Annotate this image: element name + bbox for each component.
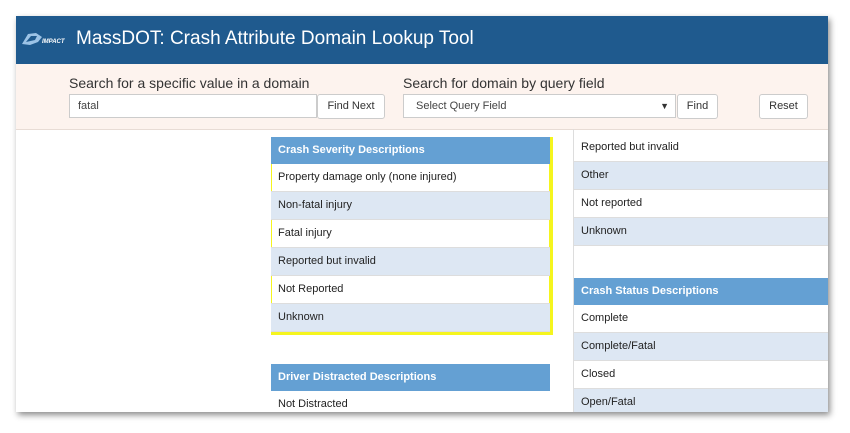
list-item[interactable]: Fatal injury [271, 220, 550, 248]
list-item[interactable]: Other [574, 162, 828, 190]
list-item[interactable]: Reported but invalid [574, 134, 828, 162]
list-item[interactable]: Reported but invalid [271, 248, 550, 276]
crash-status-panel: Crash Status Descriptions Complete Compl… [574, 278, 828, 412]
find-next-button[interactable]: Find Next [317, 94, 385, 119]
crash-severity-title: Crash Severity Descriptions [271, 137, 550, 164]
svg-text:IMPACT: IMPACT [42, 39, 66, 45]
app-window: IMPACT MassDOT: Crash Attribute Domain L… [16, 16, 828, 412]
list-item[interactable]: Not Distracted [271, 391, 550, 412]
query-field-select[interactable]: Select Query Field ▼ [403, 94, 676, 118]
impact-logo: IMPACT [22, 33, 66, 45]
value-search-input[interactable]: fatal [69, 94, 317, 118]
value-search-label: Search for a specific value in a domain [69, 75, 310, 91]
list-item[interactable]: Not Reported [271, 276, 550, 304]
field-search-label: Search for domain by query field [403, 75, 605, 91]
reset-button[interactable]: Reset [759, 94, 808, 119]
list-item[interactable]: Unknown [574, 218, 828, 246]
crash-severity-panel: Crash Severity Descriptions Property dam… [271, 137, 553, 335]
list-item[interactable]: Closed [574, 361, 828, 389]
chevron-down-icon: ▼ [660, 101, 669, 111]
list-item[interactable]: Complete/Fatal [574, 333, 828, 361]
driver-distracted-title: Driver Distracted Descriptions [271, 364, 550, 391]
list-item[interactable]: Complete [574, 305, 828, 333]
find-button[interactable]: Find [677, 94, 718, 119]
list-item[interactable]: Property damage only (none injured) [271, 164, 550, 192]
list-item[interactable]: Not reported [574, 190, 828, 218]
query-field-select-value: Select Query Field [416, 100, 507, 112]
app-header: IMPACT MassDOT: Crash Attribute Domain L… [16, 16, 828, 64]
driver-distracted-panel: Driver Distracted Descriptions Not Distr… [271, 364, 550, 412]
app-title: MassDOT: Crash Attribute Domain Lookup T… [76, 28, 474, 49]
list-item[interactable]: Open/Fatal [574, 389, 828, 412]
crash-status-title: Crash Status Descriptions [574, 278, 828, 305]
right-top-panel: Reported but invalid Other Not reported … [574, 134, 828, 246]
search-bar: Search for a specific value in a domain … [16, 64, 828, 130]
list-item[interactable]: Non-fatal injury [271, 192, 550, 220]
list-item[interactable]: Unknown [271, 304, 550, 332]
